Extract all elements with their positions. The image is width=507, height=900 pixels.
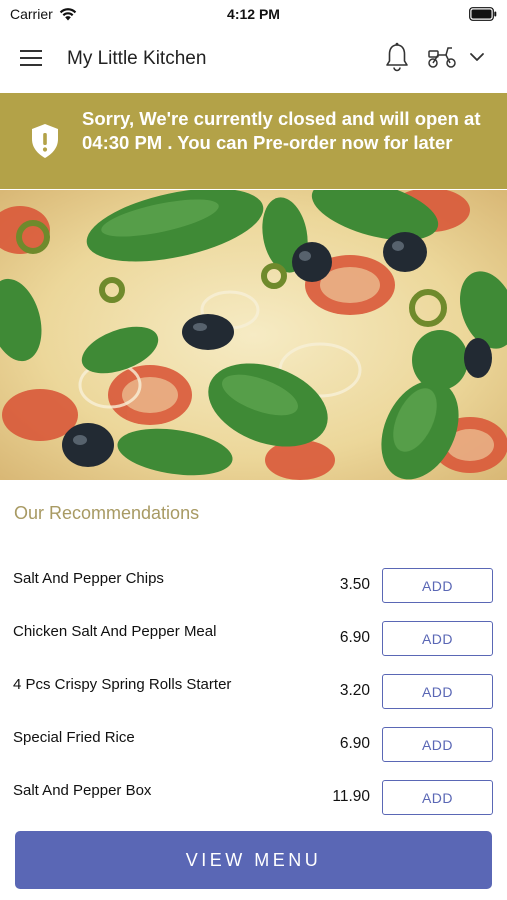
- status-bar: Carrier 4:12 PM: [0, 0, 507, 28]
- item-name: Chicken Salt And Pepper Meal: [13, 623, 217, 640]
- menu-button[interactable]: [20, 48, 48, 72]
- delivery-mode-button[interactable]: [426, 44, 460, 74]
- list-item: Chicken Salt And Pepper Meal 6.90 ADD: [0, 613, 507, 666]
- view-menu-button[interactable]: VIEW MENU: [15, 831, 492, 889]
- add-button[interactable]: ADD: [382, 727, 493, 762]
- shield-exclamation-icon: [32, 124, 58, 158]
- list-item: Salt And Pepper Box 11.90 ADD: [0, 772, 507, 825]
- list-item: Salt And Pepper Chips 3.50 ADD: [0, 560, 507, 613]
- menu-icon: [20, 50, 42, 66]
- delivery-mode-dropdown[interactable]: [468, 48, 490, 70]
- add-button[interactable]: ADD: [382, 621, 493, 656]
- battery-icon: [469, 7, 497, 21]
- scooter-icon: [428, 47, 456, 68]
- recommendations-list: Salt And Pepper Chips 3.50 ADD Chicken S…: [0, 560, 507, 825]
- add-button[interactable]: ADD: [382, 780, 493, 815]
- app-title: My Little Kitchen: [67, 48, 207, 69]
- app-header: My Little Kitchen: [0, 28, 507, 92]
- store-closed-banner: Sorry, We're currently closed and will o…: [0, 93, 507, 189]
- item-name: Salt And Pepper Box: [13, 782, 152, 799]
- item-name: 4 Pcs Crispy Spring Rolls Starter: [13, 676, 232, 693]
- item-price: 3.20: [339, 682, 370, 699]
- item-name: Special Fried Rice: [13, 729, 135, 746]
- pizza-image: [0, 190, 507, 480]
- hero-image: [0, 190, 507, 480]
- item-name: Salt And Pepper Chips: [13, 570, 164, 587]
- item-price: 6.90: [339, 735, 370, 752]
- chevron-down-icon: [470, 53, 484, 61]
- add-button[interactable]: ADD: [382, 674, 493, 709]
- bell-icon: [386, 42, 408, 72]
- status-time: 4:12 PM: [227, 6, 280, 22]
- list-item: Special Fried Rice 6.90 ADD: [0, 719, 507, 772]
- list-item: 4 Pcs Crispy Spring Rolls Starter 3.20 A…: [0, 666, 507, 719]
- item-price: 3.50: [339, 576, 370, 593]
- item-price: 11.90: [332, 788, 370, 805]
- item-price: 6.90: [339, 629, 370, 646]
- recommendations-title: Our Recommendations: [14, 503, 200, 523]
- store-closed-message: Sorry, We're currently closed and will o…: [82, 108, 481, 153]
- notifications-button[interactable]: [384, 42, 412, 76]
- add-button[interactable]: ADD: [382, 568, 493, 603]
